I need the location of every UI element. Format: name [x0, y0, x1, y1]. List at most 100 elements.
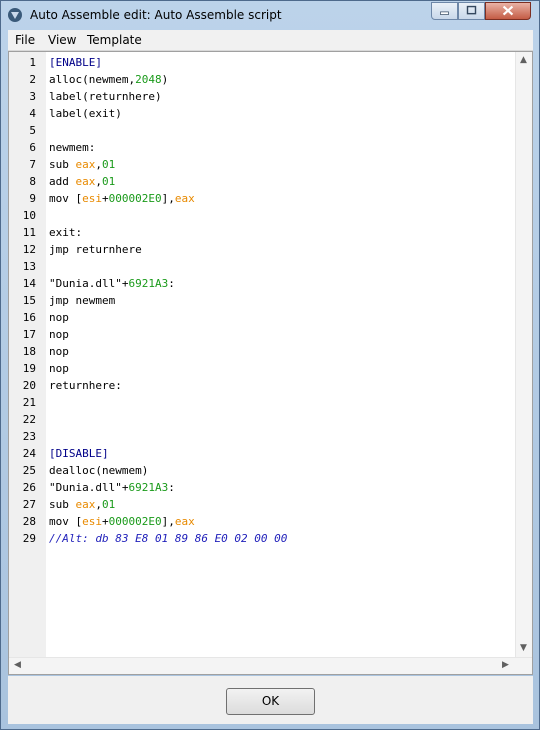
code-token: 01: [102, 175, 116, 188]
code-token: 01: [102, 498, 116, 511]
line-number: 2: [29, 73, 36, 86]
line-number: 5: [29, 124, 36, 137]
code-token: exit:: [49, 226, 83, 239]
line-number: 9: [29, 192, 36, 205]
code-token: 2048: [135, 73, 162, 86]
code-line[interactable]: "Dunia.dll"+6921A3:: [49, 479, 175, 496]
code-token: jmp returnhere: [49, 243, 142, 256]
code-token: esi: [82, 515, 102, 528]
line-number: 21: [22, 396, 36, 409]
code-line[interactable]: newmem:: [49, 139, 95, 156]
minimize-button[interactable]: [431, 2, 458, 20]
code-token: mov [: [49, 192, 83, 205]
code-token: 000002E0: [108, 515, 162, 528]
code-token: "Dunia.dll"+: [49, 277, 129, 290]
code-token: :: [168, 481, 175, 494]
code-line[interactable]: sub eax,01: [49, 496, 115, 513]
code-line[interactable]: "Dunia.dll"+6921A3:: [49, 275, 175, 292]
code-line[interactable]: alloc(newmem,2048): [49, 71, 168, 88]
code-token: :: [168, 277, 175, 290]
code-token: eax: [174, 192, 195, 205]
code-token: mov [: [49, 515, 83, 528]
line-number-gutter: 1 2 3 4 5 6 7 8 9 10 11 12 13 14 15 16 17 18 19 20 21 22 23 24 2…: [9, 52, 46, 659]
line-number: 22: [22, 413, 36, 426]
line-number: 3: [29, 90, 36, 103]
window-title: Auto Assemble edit: Auto Assemble script: [30, 8, 282, 22]
code-token: ,: [95, 498, 102, 511]
code-line[interactable]: jmp newmem: [49, 292, 115, 309]
code-token: ,: [95, 175, 102, 188]
code-line[interactable]: mov [esi+000002E0],eax: [49, 513, 195, 530]
line-number: 29: [22, 532, 36, 545]
code-line[interactable]: add eax,01: [49, 173, 115, 190]
code-token: //Alt: db 83 E8 01 89 86 E0 02 00 00: [49, 532, 288, 545]
line-number: 18: [22, 345, 36, 358]
code-line[interactable]: dealloc(newmem): [49, 462, 148, 479]
code-token: nop: [49, 311, 69, 324]
code-token: 6921A3: [128, 277, 169, 290]
code-token: newmem:: [49, 141, 96, 154]
code-token: nop: [49, 345, 69, 358]
line-number: 28: [22, 515, 36, 528]
maximize-icon: [466, 5, 477, 15]
scroll-up-icon[interactable]: ▲: [520, 55, 527, 65]
code-token: ],: [161, 192, 175, 205]
code-token: 6921A3: [128, 481, 169, 494]
code-line[interactable]: nop: [49, 309, 69, 326]
menu-template[interactable]: Template: [87, 33, 142, 47]
code-token: ],: [161, 515, 175, 528]
code-token: eax: [174, 515, 195, 528]
line-number: 4: [29, 107, 36, 120]
code-token: sub: [49, 498, 76, 511]
code-token: +: [102, 515, 109, 528]
ok-button[interactable]: OK: [226, 688, 315, 715]
code-line[interactable]: jmp returnhere: [49, 241, 142, 258]
line-number: 24: [22, 447, 36, 460]
code-token: esi: [82, 192, 102, 205]
close-button[interactable]: [485, 2, 531, 20]
code-line[interactable]: nop: [49, 343, 69, 360]
line-number: 11: [22, 226, 36, 239]
horizontal-scrollbar[interactable]: ◀ ▶: [9, 657, 532, 674]
line-number: 6: [29, 141, 36, 154]
code-line[interactable]: mov [esi+000002E0],eax: [49, 190, 195, 207]
code-line[interactable]: returnhere:: [49, 377, 122, 394]
maximize-button[interactable]: [458, 2, 485, 20]
line-number: 17: [22, 328, 36, 341]
dialog-footer: OK: [8, 676, 533, 724]
code-line[interactable]: nop: [49, 360, 69, 377]
scroll-down-icon[interactable]: ▼: [520, 643, 527, 653]
title-bar[interactable]: Auto Assemble edit: Auto Assemble script: [1, 1, 539, 30]
code-line[interactable]: [ENABLE]: [49, 54, 102, 71]
code-editor[interactable]: 1 2 3 4 5 6 7 8 9 10 11 12 13 14 15 16 17 18 19 20 21 22 23 24 2…: [8, 51, 533, 675]
line-number: 26: [22, 481, 36, 494]
code-line[interactable]: [DISABLE]: [49, 445, 109, 462]
code-token: 000002E0: [108, 192, 162, 205]
line-number: 7: [29, 158, 36, 171]
code-line[interactable]: label(returnhere): [49, 88, 162, 105]
code-token: label(exit): [49, 107, 122, 120]
scroll-right-icon[interactable]: ▶: [502, 660, 509, 670]
code-token: jmp newmem: [49, 294, 116, 307]
code-token: sub: [49, 158, 76, 171]
cheat-engine-icon: [8, 8, 22, 22]
code-line[interactable]: sub eax,01: [49, 156, 115, 173]
code-line[interactable]: label(exit): [49, 105, 122, 122]
menu-view[interactable]: View: [48, 33, 76, 47]
code-line[interactable]: exit:: [49, 224, 82, 241]
close-icon: [502, 5, 514, 16]
code-token: nop: [49, 328, 69, 341]
line-number: 27: [22, 498, 36, 511]
code-token: eax: [75, 175, 96, 188]
scroll-left-icon[interactable]: ◀: [14, 660, 21, 670]
line-number: 20: [22, 379, 36, 392]
code-token: eax: [75, 498, 96, 511]
code-line[interactable]: nop: [49, 326, 69, 343]
vertical-scrollbar[interactable]: ▲ ▼: [515, 52, 532, 659]
menu-file[interactable]: File: [15, 33, 35, 47]
auto-assemble-window: Auto Assemble edit: Auto Assemble script…: [0, 0, 540, 730]
code-line[interactable]: //Alt: db 83 E8 01 89 86 E0 02 00 00: [49, 530, 287, 547]
code-token: alloc(newmem,: [49, 73, 136, 86]
line-number: 15: [22, 294, 36, 307]
line-number: 10: [22, 209, 36, 222]
